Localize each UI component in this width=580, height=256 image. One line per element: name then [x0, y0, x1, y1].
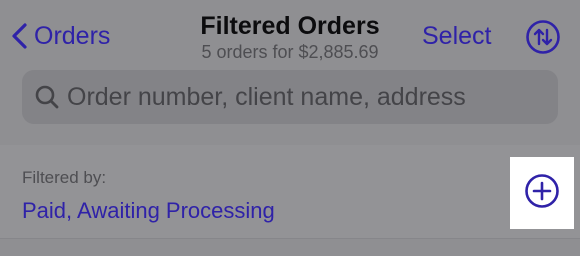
- filtered-orders-screen: Orders Filtered Orders 5 orders for $2,8…: [0, 0, 580, 256]
- title-group: Filtered Orders 5 orders for $2,885.69: [150, 12, 430, 63]
- chevron-left-icon: [10, 22, 28, 50]
- sort-arrows-icon: [525, 20, 561, 59]
- search-icon: [33, 83, 61, 111]
- plus-circle-icon: [524, 173, 560, 214]
- page-subtitle: 5 orders for $2,885.69: [201, 42, 379, 62]
- select-button[interactable]: Select: [422, 16, 491, 56]
- back-button[interactable]: Orders: [10, 16, 110, 56]
- back-button-label: Orders: [34, 21, 111, 50]
- page-title: Filtered Orders: [200, 12, 380, 40]
- navigation-bar: Orders Filtered Orders 5 orders for $2,8…: [0, 0, 580, 145]
- filter-section: Filtered by: Paid, Awaiting Processing: [0, 145, 580, 238]
- list-area: [0, 239, 580, 256]
- filter-value-link[interactable]: Paid, Awaiting Processing: [22, 198, 275, 224]
- sort-button[interactable]: [525, 19, 561, 55]
- search-input[interactable]: [67, 82, 537, 112]
- search-bar[interactable]: [22, 70, 558, 124]
- filter-label: Filtered by:: [22, 168, 107, 187]
- add-filter-button[interactable]: [510, 157, 574, 229]
